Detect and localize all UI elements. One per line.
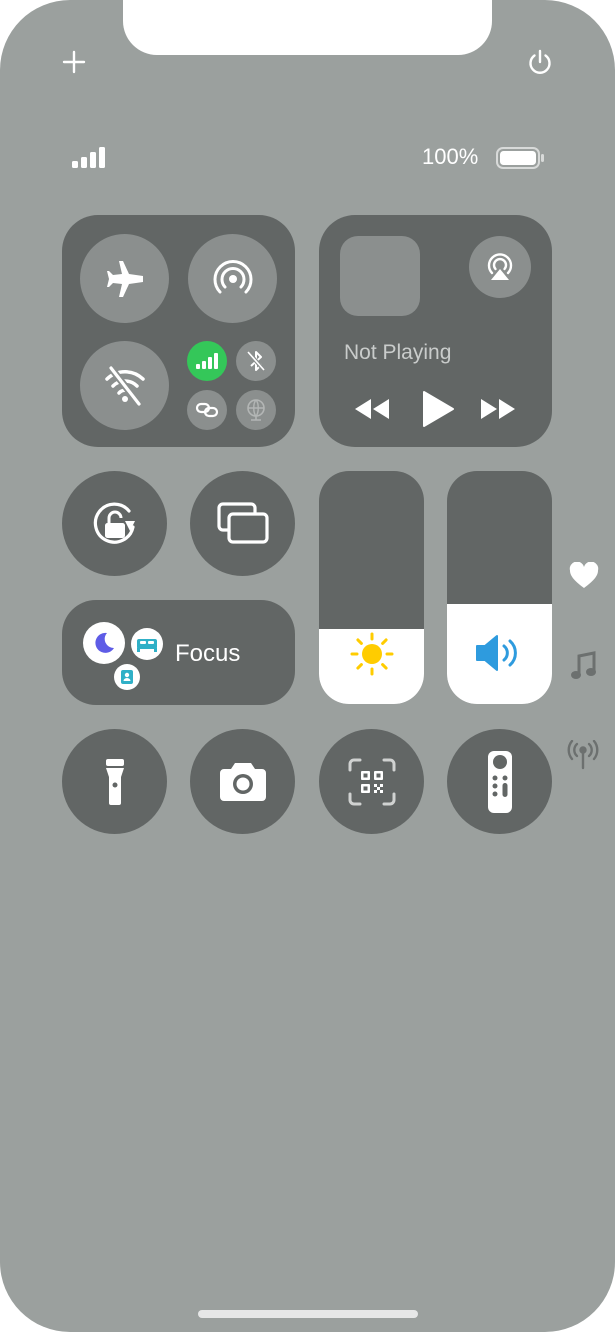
apple-tv-remote-icon	[487, 750, 512, 813]
qr-code-scanner-icon	[348, 758, 395, 805]
globe-icon	[247, 399, 265, 421]
cellular-data-button[interactable]	[187, 341, 227, 381]
bluetooth-off-icon	[246, 350, 266, 372]
now-playing-title: Not Playing	[344, 341, 452, 364]
airdrop-icon	[213, 259, 252, 293]
airplane-icon	[106, 260, 143, 297]
vpn-button[interactable]	[236, 390, 276, 430]
battery-percentage: 100%	[422, 144, 479, 169]
notch	[123, 0, 492, 55]
play-icon[interactable]	[419, 389, 457, 429]
camera-button[interactable]	[190, 729, 295, 834]
screen-mirroring-icon	[216, 501, 269, 544]
wifi-button[interactable]	[80, 341, 169, 430]
antenna-icon[interactable]	[567, 739, 599, 770]
battery-icon	[496, 146, 546, 170]
moon-icon	[83, 622, 125, 664]
plus-icon[interactable]	[59, 47, 89, 77]
home-indicator[interactable]	[198, 1310, 418, 1318]
rewind-icon[interactable]	[352, 394, 392, 424]
flashlight-icon	[105, 758, 124, 805]
power-icon[interactable]	[525, 47, 555, 77]
bed-icon	[131, 628, 163, 660]
heart-icon[interactable]	[569, 561, 599, 590]
qr-code-scanner-button[interactable]	[319, 729, 424, 834]
rotation-lock-icon	[93, 502, 135, 544]
camera-icon	[219, 762, 266, 801]
brightness-slider[interactable]	[319, 471, 424, 704]
volume-slider[interactable]	[447, 471, 552, 704]
personal-hotspot-button[interactable]	[187, 390, 227, 430]
speaker-icon	[476, 635, 517, 671]
flashlight-button[interactable]	[62, 729, 167, 834]
airplay-audio-icon	[487, 253, 513, 280]
apple-tv-remote-button[interactable]	[447, 729, 552, 834]
album-artwork	[340, 236, 420, 316]
screen-mirroring-button[interactable]	[190, 471, 295, 576]
wifi-off-icon	[104, 365, 145, 406]
fast-forward-icon[interactable]	[478, 394, 518, 424]
cellular-icon	[196, 353, 218, 369]
link-icon	[195, 402, 219, 418]
control-center: 100% Not Playing Focus	[0, 0, 615, 1332]
airdrop-button[interactable]	[188, 234, 277, 323]
sun-icon	[350, 632, 394, 676]
bluetooth-button[interactable]	[236, 341, 276, 381]
person-badge-icon	[114, 664, 140, 690]
music-note-icon[interactable]	[569, 650, 597, 682]
rotation-lock-button[interactable]	[62, 471, 167, 576]
airplane-mode-button[interactable]	[80, 234, 169, 323]
airplay-button[interactable]	[469, 236, 531, 298]
focus-label: Focus	[175, 640, 241, 667]
signal-bars-icon	[72, 146, 108, 170]
